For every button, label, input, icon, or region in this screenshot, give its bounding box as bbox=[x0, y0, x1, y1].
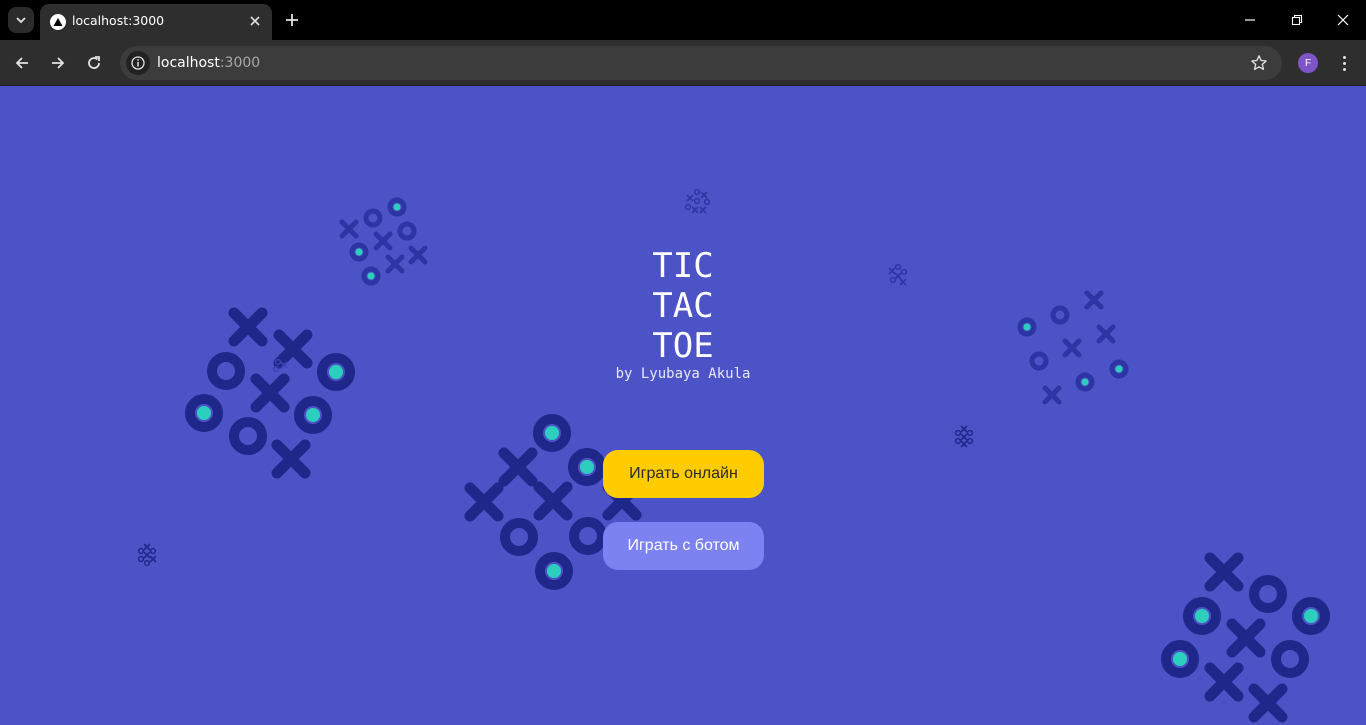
url-text: localhost:3000 bbox=[157, 55, 260, 71]
author-subtitle: by Lyubaya Akula bbox=[615, 366, 751, 382]
browser-tab[interactable]: localhost:3000 bbox=[40, 4, 272, 40]
browser-toolbar: localhost:3000 F bbox=[0, 40, 1366, 86]
title-line-tac: TAC bbox=[652, 286, 714, 326]
site-info-icon[interactable] bbox=[126, 51, 150, 75]
game-page: TIC TAC TOE by Lyubaya Akula Играть онла… bbox=[0, 86, 1366, 725]
game-title: TIC TAC TOE bbox=[583, 246, 783, 366]
tab-search-button[interactable] bbox=[8, 7, 34, 33]
url-host: localhost bbox=[157, 55, 220, 71]
cluster-bottom-right bbox=[1166, 558, 1325, 717]
play-with-bot-button[interactable]: Играть с ботом bbox=[603, 522, 764, 570]
reload-icon[interactable] bbox=[82, 51, 106, 75]
back-arrow-icon[interactable] bbox=[10, 51, 34, 75]
play-online-button[interactable]: Играть онлайн bbox=[603, 450, 764, 498]
tiny-cluster-1 bbox=[684, 188, 711, 214]
close-window-icon[interactable] bbox=[1331, 8, 1355, 32]
triangle-favicon-icon bbox=[50, 14, 66, 30]
cluster-right bbox=[1020, 293, 1126, 402]
decorative-pattern bbox=[137, 188, 1366, 725]
tiny-cluster-4 bbox=[137, 543, 157, 567]
title-line-tic: TIC bbox=[652, 246, 714, 286]
address-bar[interactable]: localhost:3000 bbox=[120, 46, 1282, 80]
chevron-down-icon bbox=[16, 17, 26, 24]
restore-window-icon[interactable] bbox=[1285, 8, 1309, 32]
new-tab-plus-icon[interactable] bbox=[282, 10, 302, 30]
browser-tab-strip: localhost:3000 bbox=[0, 0, 1366, 40]
title-line-toe: TOE bbox=[652, 326, 714, 366]
browser-menu-icon[interactable] bbox=[1336, 53, 1352, 73]
cluster-left bbox=[190, 313, 350, 473]
close-tab-icon[interactable] bbox=[246, 12, 264, 30]
bookmark-star-icon[interactable] bbox=[1250, 54, 1268, 72]
forward-arrow-icon[interactable] bbox=[46, 51, 70, 75]
url-port: :3000 bbox=[219, 55, 261, 71]
tab-title: localhost:3000 bbox=[72, 13, 165, 28]
cluster-top-left bbox=[342, 200, 425, 283]
tiny-cluster-2 bbox=[888, 263, 908, 286]
profile-avatar[interactable]: F bbox=[1298, 53, 1318, 73]
minimize-window-icon[interactable] bbox=[1238, 8, 1262, 32]
tiny-cluster-3 bbox=[954, 425, 974, 448]
